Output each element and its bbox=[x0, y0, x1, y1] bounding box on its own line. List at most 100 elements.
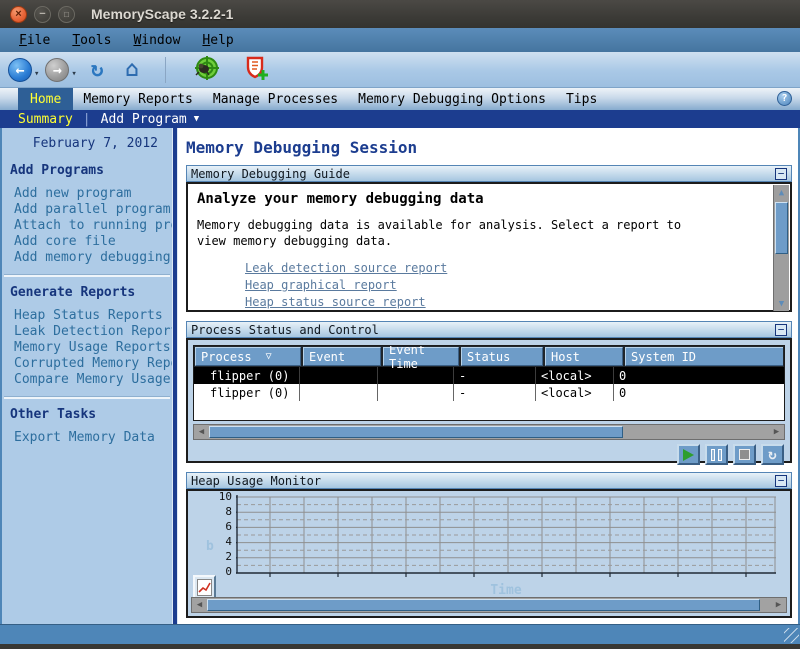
heap-panel-titlebar: Heap Usage Monitor − bbox=[186, 472, 792, 489]
scroll-left-icon[interactable]: ◀ bbox=[194, 425, 209, 439]
sidebar-divider bbox=[4, 396, 170, 399]
link-leak-detection-source-report[interactable]: Leak detection source report bbox=[245, 261, 447, 275]
heap-panel-title: Heap Usage Monitor bbox=[191, 474, 775, 488]
y-tick-2: 2 bbox=[198, 550, 232, 563]
sidebar-heading-other-tasks: Other Tasks bbox=[10, 407, 172, 422]
subnav-summary[interactable]: Summary bbox=[18, 112, 73, 127]
cell-system-id: 0 bbox=[614, 384, 784, 401]
column-label: Process bbox=[201, 350, 252, 364]
table-row[interactable]: flipper (0) - <local> 0 bbox=[194, 367, 784, 384]
cell-host: <local> bbox=[536, 384, 614, 401]
panel-minimize-icon: − bbox=[778, 323, 785, 336]
guide-scrollbar-thumb[interactable] bbox=[775, 202, 788, 254]
window-bottom-edge bbox=[0, 644, 800, 649]
tab-manage-processes[interactable]: Manage Processes bbox=[203, 88, 348, 110]
memory-debug-button[interactable] bbox=[193, 55, 219, 85]
subnav-divider: | bbox=[83, 112, 91, 127]
stop-icon bbox=[739, 449, 750, 460]
guide-panel-minimize-button[interactable]: − bbox=[775, 168, 787, 180]
sidebar-heading-add-programs: Add Programs bbox=[10, 163, 172, 178]
tab-memory-debugging-options[interactable]: Memory Debugging Options bbox=[348, 88, 556, 110]
scroll-right-icon[interactable]: ▶ bbox=[769, 425, 784, 439]
close-icon: × bbox=[15, 8, 21, 20]
menu-file[interactable]: File bbox=[8, 31, 61, 50]
sidebar-link-add-memory-debugging-file[interactable]: Add memory debugging fi bbox=[14, 250, 172, 265]
sidebar-link-leak-detection-reports[interactable]: Leak Detection Reports bbox=[14, 324, 172, 339]
sidebar-link-add-new-program[interactable]: Add new program bbox=[14, 186, 172, 201]
toolbar-separator bbox=[165, 57, 166, 83]
link-heap-graphical-report[interactable]: Heap graphical report bbox=[245, 278, 397, 292]
column-header-host[interactable]: Host bbox=[545, 347, 623, 366]
column-header-status[interactable]: Status bbox=[461, 347, 543, 366]
sidebar: February 7, 2012 Add Programs Add new pr… bbox=[2, 128, 172, 624]
menu-help[interactable]: Help bbox=[191, 31, 244, 50]
tab-home[interactable]: Home bbox=[18, 88, 73, 110]
resize-grip[interactable] bbox=[784, 628, 799, 643]
guide-heading: Analyze your memory debugging data bbox=[197, 191, 764, 207]
process-panel-content: Process▽ Event Event Time Status Host Sy… bbox=[186, 338, 792, 463]
link-heap-status-source-report[interactable]: Heap status source report bbox=[245, 295, 426, 309]
sidebar-link-add-core-file[interactable]: Add core file bbox=[14, 234, 172, 249]
back-button[interactable]: ← bbox=[8, 58, 32, 82]
heap-panel-content: b 10 8 6 4 2 0 bbox=[186, 489, 792, 618]
scrollbar-thumb[interactable] bbox=[209, 426, 623, 438]
cell-host: <local> bbox=[536, 367, 614, 384]
scroll-right-icon[interactable]: ▶ bbox=[771, 598, 786, 612]
forward-dropdown-icon[interactable]: ▾ bbox=[71, 69, 76, 79]
column-header-event-time[interactable]: Event Time bbox=[383, 347, 459, 366]
scrollbar-track[interactable] bbox=[209, 425, 769, 439]
sidebar-link-memory-usage-reports[interactable]: Memory Usage Reports bbox=[14, 340, 172, 355]
cell-system-id: 0 bbox=[614, 367, 784, 384]
sidebar-link-corrupted-memory-report[interactable]: Corrupted Memory Report bbox=[14, 356, 172, 371]
sidebar-link-heap-status-reports[interactable]: Heap Status Reports bbox=[14, 308, 172, 323]
heap-panel-minimize-button[interactable]: − bbox=[775, 475, 787, 487]
whats-this-button[interactable]: ? bbox=[777, 91, 792, 106]
restart-icon: ↻ bbox=[768, 448, 776, 462]
chart-page-icon bbox=[197, 579, 212, 596]
column-header-system-id[interactable]: System ID bbox=[625, 347, 783, 366]
window-minimize-button[interactable]: − bbox=[34, 6, 51, 23]
window-close-button[interactable]: × bbox=[10, 6, 27, 23]
subnav-add-program[interactable]: Add Program bbox=[101, 112, 187, 127]
process-panel-minimize-button[interactable]: − bbox=[775, 324, 787, 336]
halt-button[interactable] bbox=[705, 444, 728, 465]
title-bar: × − □ MemoryScape 3.2.2-1 bbox=[0, 0, 800, 28]
scroll-down-icon[interactable]: ▼ bbox=[774, 296, 789, 311]
scrollbar-thumb[interactable] bbox=[207, 599, 760, 611]
sidebar-link-export-memory-data[interactable]: Export Memory Data bbox=[14, 430, 172, 445]
guide-vertical-scrollbar[interactable]: ▲ ▼ bbox=[773, 185, 789, 311]
restart-button[interactable]: ↻ bbox=[761, 444, 784, 465]
back-dropdown-icon[interactable]: ▾ bbox=[34, 69, 39, 79]
scroll-up-icon[interactable]: ▲ bbox=[774, 185, 789, 200]
window-maximize-button[interactable]: □ bbox=[58, 6, 75, 23]
column-header-process[interactable]: Process▽ bbox=[195, 347, 301, 366]
sidebar-link-add-parallel-program[interactable]: Add parallel program bbox=[14, 202, 172, 217]
cell-status: - bbox=[454, 384, 536, 401]
memoryscape-window: × − □ MemoryScape 3.2.2-1 File Tools Win… bbox=[0, 0, 800, 649]
tab-tips[interactable]: Tips bbox=[556, 88, 607, 110]
guide-panel: Memory Debugging Guide − Analyze your me… bbox=[186, 165, 792, 312]
cell-event bbox=[300, 384, 378, 401]
column-header-event[interactable]: Event bbox=[303, 347, 381, 366]
home-button[interactable]: ⌂ bbox=[126, 59, 139, 81]
menu-window[interactable]: Window bbox=[122, 31, 191, 50]
reload-button[interactable]: ↻ bbox=[91, 59, 104, 80]
menu-tools[interactable]: Tools bbox=[61, 31, 122, 50]
menu-bar: File Tools Window Help bbox=[0, 28, 800, 52]
process-horizontal-scrollbar[interactable]: ◀ ▶ bbox=[193, 424, 785, 440]
heap-horizontal-scrollbar[interactable]: ◀ ▶ bbox=[191, 597, 787, 613]
scrollbar-track[interactable] bbox=[207, 598, 771, 612]
table-row[interactable]: flipper (0) - <local> 0 bbox=[194, 384, 784, 401]
forward-button[interactable]: → bbox=[45, 58, 69, 82]
shield-add-button[interactable] bbox=[245, 55, 269, 85]
sidebar-link-attach-to-running[interactable]: Attach to running progr bbox=[14, 218, 172, 233]
stop-button[interactable] bbox=[733, 444, 756, 465]
pause-icon bbox=[711, 449, 722, 461]
sidebar-link-compare-memory-usage[interactable]: Compare Memory Usage bbox=[14, 372, 172, 387]
add-program-caret-icon[interactable]: ▼ bbox=[194, 114, 199, 124]
tab-memory-reports[interactable]: Memory Reports bbox=[73, 88, 203, 110]
run-button[interactable] bbox=[677, 444, 700, 465]
column-label: Host bbox=[551, 350, 580, 364]
process-panel-titlebar: Process Status and Control − bbox=[186, 321, 792, 338]
scroll-left-icon[interactable]: ◀ bbox=[192, 598, 207, 612]
